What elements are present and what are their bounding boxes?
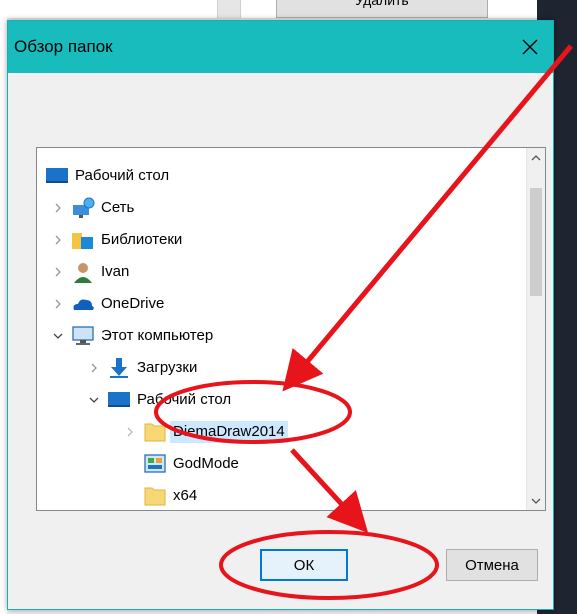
- tree-item-desktop[interactable]: Рабочий стол: [45, 160, 169, 191]
- scroll-up-button[interactable]: [527, 148, 545, 166]
- tree-item-label: Сеть: [101, 198, 135, 216]
- tree-item-onedrive[interactable]: OneDrive: [51, 288, 164, 319]
- chevron-right-icon[interactable]: [51, 297, 65, 311]
- downloads-icon: [107, 356, 131, 380]
- chevron-down-icon[interactable]: [51, 329, 65, 343]
- desktop-icon: [107, 388, 131, 412]
- chevron-up-icon: [531, 154, 541, 160]
- tree-item-label: Рабочий стол: [137, 390, 232, 408]
- tree-item-diemadraw2014[interactable]: DiemaDraw2014: [123, 416, 288, 447]
- tree-item-network[interactable]: Сеть: [51, 192, 134, 223]
- ok-button[interactable]: ОК: [260, 549, 348, 581]
- tree-item-label: GodMode: [173, 454, 239, 472]
- folder-tree[interactable]: Рабочий стол Сеть Библиотеки Ivan OneDri…: [36, 147, 546, 511]
- onedrive-icon: [71, 292, 95, 316]
- tree-item-libraries[interactable]: Библиотеки: [51, 224, 182, 255]
- scroll-down-button[interactable]: [527, 492, 545, 510]
- scroll-thumb[interactable]: [530, 188, 542, 296]
- chevron-right-icon[interactable]: [51, 265, 65, 279]
- tree-item-label: Библиотеки: [101, 230, 183, 248]
- user-icon: [71, 260, 95, 284]
- cancel-button[interactable]: Отмена: [446, 549, 538, 581]
- folder-icon: [143, 420, 167, 444]
- tree-scrollbar[interactable]: [526, 148, 545, 510]
- browse-folders-dialog: Обзор папок Рабочий стол Сеть Библиотеки…: [7, 20, 554, 610]
- chevron-down-icon[interactable]: [87, 393, 101, 407]
- tree-item-x64[interactable]: x64: [143, 480, 198, 510]
- control-panel-icon: [143, 452, 167, 476]
- chevron-right-icon[interactable]: [87, 361, 101, 375]
- chevron-right-icon[interactable]: [123, 425, 137, 439]
- tree-item-this-pc[interactable]: Этот компьютер: [51, 320, 213, 351]
- background-delete-button[interactable]: Удалить: [276, 0, 488, 18]
- chevron-down-icon: [531, 498, 541, 504]
- dialog-titlebar: Обзор папок: [8, 21, 553, 73]
- close-button[interactable]: [507, 21, 553, 73]
- tree-item-label: Этот компьютер: [101, 326, 214, 344]
- tree-item-downloads[interactable]: Загрузки: [87, 352, 197, 383]
- tree-item-desktop-sub[interactable]: Рабочий стол: [87, 384, 231, 415]
- desktop-icon: [45, 164, 69, 188]
- tree-item-ivan[interactable]: Ivan: [51, 256, 129, 287]
- tree-item-label: Загрузки: [137, 358, 198, 376]
- dialog-title: Обзор папок: [14, 37, 113, 56]
- tree-item-godmode[interactable]: GodMode: [143, 448, 239, 479]
- background-window-strip: [217, 0, 241, 18]
- tree-item-label: x64: [173, 486, 198, 504]
- tree-item-label: DiemaDraw2014: [170, 420, 288, 443]
- folder-icon: [143, 484, 167, 508]
- computer-icon: [71, 324, 95, 348]
- chevron-right-icon[interactable]: [51, 201, 65, 215]
- chevron-right-icon[interactable]: [51, 233, 65, 247]
- tree-item-label: Ivan: [101, 262, 130, 280]
- network-icon: [71, 196, 95, 220]
- tree-item-label: Рабочий стол: [75, 166, 170, 184]
- libraries-icon: [71, 228, 95, 252]
- close-icon: [522, 39, 538, 55]
- background-window-left: [0, 0, 7, 614]
- tree-item-label: OneDrive: [101, 294, 165, 312]
